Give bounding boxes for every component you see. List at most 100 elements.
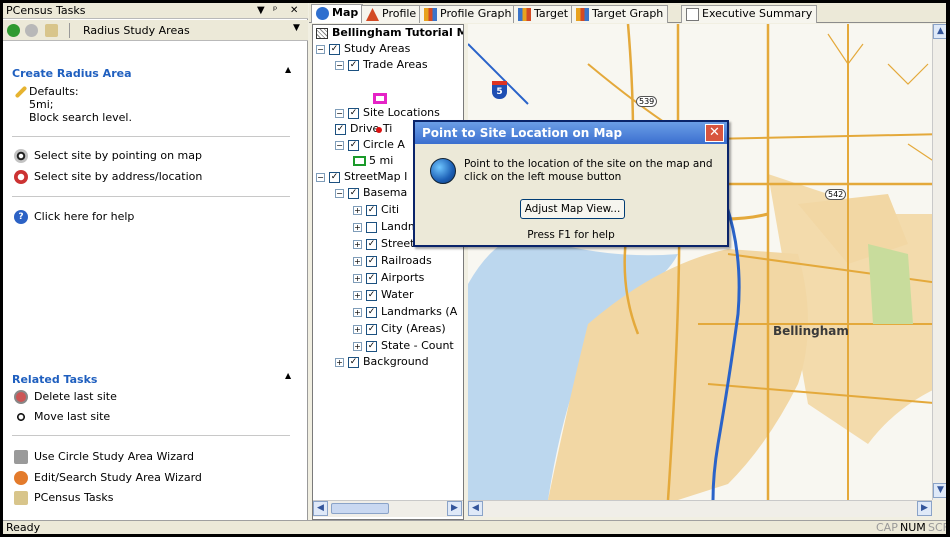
delete-last-site-link[interactable]: Delete last site — [34, 390, 117, 403]
layer-checkbox[interactable] — [366, 221, 377, 233]
map-horizontal-scrollbar[interactable]: ◀ ▶ — [468, 500, 932, 517]
layer-checkbox[interactable]: ✓ — [348, 107, 359, 119]
collapse-icon[interactable]: − — [335, 108, 344, 118]
collapse-icon[interactable]: − — [335, 60, 344, 70]
tree-row[interactable]: + ✓ Railroads — [353, 254, 432, 269]
layer-checkbox[interactable]: ✓ — [329, 171, 340, 183]
create-radius-heading: Create Radius Area — [12, 67, 132, 80]
expand-icon[interactable]: + — [353, 341, 362, 351]
scroll-thumb[interactable] — [331, 503, 389, 514]
map-canvas[interactable] — [468, 24, 946, 500]
status-bar: Ready CAP NUM SCF — [3, 520, 946, 534]
move-last-site-link[interactable]: Move last site — [34, 410, 110, 423]
collapse-icon[interactable]: ▲ — [285, 65, 291, 74]
tree-row[interactable]: − ✓ Site Locations — [335, 106, 440, 121]
home-icon[interactable] — [45, 24, 58, 37]
layer-checkbox[interactable]: ✓ — [366, 323, 377, 335]
layer-checkbox[interactable]: ✓ — [366, 272, 377, 284]
layer-checkbox[interactable]: ✓ — [366, 255, 377, 267]
scroll-right-icon[interactable]: ▶ — [447, 501, 462, 516]
tree-row[interactable]: ✓ Drive Ti — [335, 122, 392, 137]
tab-target-graph[interactable]: Target Graph — [571, 5, 669, 23]
trade-area-symbol — [373, 93, 387, 104]
defaults-search-level: Block search level. — [29, 111, 132, 124]
scroll-down-icon[interactable]: ▼ — [933, 483, 946, 498]
collapse-icon[interactable]: ▲ — [285, 371, 291, 380]
tree-row[interactable]: + ✓ Background — [335, 355, 429, 370]
scroll-right-icon[interactable]: ▶ — [917, 501, 932, 516]
expand-icon[interactable]: + — [335, 357, 344, 367]
edit-search-wizard-link[interactable]: Edit/Search Study Area Wizard — [34, 471, 202, 484]
tree-row[interactable]: + ✓ Landmarks (A — [353, 305, 457, 320]
tab-profile[interactable]: Profile — [361, 5, 422, 23]
tree-row[interactable]: + ✓ Water — [353, 288, 414, 303]
scroll-left-icon[interactable]: ◀ — [313, 501, 328, 516]
layer-checkbox[interactable]: ✓ — [366, 289, 377, 301]
expand-icon[interactable]: + — [353, 256, 362, 266]
help-link[interactable]: Click here for help — [34, 210, 134, 223]
map-vertical-scrollbar[interactable]: ▲ ▼ — [932, 24, 946, 500]
expand-icon[interactable]: + — [353, 205, 362, 215]
pane-menu-icon[interactable]: ▼ — [257, 3, 265, 19]
tree-row[interactable]: + ✓ City (Areas) — [353, 322, 446, 337]
tree-row[interactable]: + ✓ Citi — [353, 203, 399, 218]
expand-icon[interactable]: + — [353, 307, 362, 317]
expand-icon[interactable]: + — [353, 239, 362, 249]
tree-row[interactable]: + ✓ State - Count — [353, 339, 454, 354]
layer-checkbox[interactable]: ✓ — [366, 238, 377, 250]
task-pane-titlebar: PCensus Tasks ▼ ᵖ ✕ — [3, 3, 308, 19]
select-by-address-link[interactable]: Select site by address/location — [34, 170, 202, 183]
tree-row[interactable]: − ✓ Basema — [335, 186, 407, 201]
circle-wizard-link[interactable]: Use Circle Study Area Wizard — [34, 450, 194, 463]
document-icon — [686, 8, 699, 21]
city-label: Bellingham — [773, 324, 849, 338]
back-icon[interactable] — [7, 24, 20, 37]
layer-checkbox[interactable]: ✓ — [366, 204, 377, 216]
map-view[interactable]: 5 539 542 Bellingham — [468, 24, 946, 500]
collapse-icon[interactable]: − — [335, 140, 344, 150]
collapse-icon[interactable]: − — [316, 172, 325, 182]
tab-target[interactable]: Target — [513, 5, 574, 23]
expand-icon[interactable]: + — [353, 290, 362, 300]
adjust-map-view-button[interactable]: Adjust Map View... — [520, 199, 625, 219]
tree-row-label: 5 mi — [369, 154, 394, 167]
layer-checkbox[interactable]: ✓ — [348, 187, 359, 199]
scroll-left-icon[interactable]: ◀ — [468, 501, 483, 516]
tree-row[interactable]: − ✓ Study Areas — [316, 42, 410, 57]
tree-row-label: Airports — [381, 271, 425, 284]
layer-checkbox[interactable]: ✓ — [366, 340, 377, 352]
interstate-shield: 5 — [492, 81, 507, 99]
expand-icon[interactable]: + — [353, 222, 362, 232]
tree-row[interactable]: 5 mi — [353, 154, 393, 169]
task-dropdown-label[interactable]: Radius Study Areas — [83, 24, 190, 37]
expand-icon[interactable]: + — [353, 273, 362, 283]
collapse-icon[interactable]: − — [335, 188, 344, 198]
layer-checkbox[interactable]: ✓ — [329, 43, 340, 55]
close-icon[interactable]: ✕ — [705, 124, 724, 142]
tree-root[interactable]: Bellingham Tutorial M — [316, 26, 463, 41]
layer-checkbox[interactable]: ✓ — [348, 139, 359, 151]
layer-checkbox[interactable]: ✓ — [348, 59, 359, 71]
scroll-up-icon[interactable]: ▲ — [933, 24, 946, 39]
layer-checkbox[interactable]: ✓ — [335, 123, 346, 135]
close-pane-icon[interactable]: ✕ — [290, 3, 298, 19]
expand-icon[interactable]: + — [353, 324, 362, 334]
tree-row[interactable]: − ✓ StreetMap I — [316, 170, 407, 185]
dialog-title: Point to Site Location on Map — [415, 122, 727, 144]
select-by-pointing-link[interactable]: Select site by pointing on map — [34, 149, 202, 162]
layer-checkbox[interactable]: ✓ — [348, 356, 359, 368]
tab-profile-graph[interactable]: Profile Graph — [419, 5, 517, 23]
tab-executive-summary[interactable]: Executive Summary — [681, 5, 818, 23]
pin-icon[interactable]: ᵖ — [273, 3, 277, 19]
tree-row[interactable]: + ✓ Airports — [353, 271, 424, 286]
tree-row[interactable]: − ✓ Circle A — [335, 138, 405, 153]
pcensus-tasks-link[interactable]: PCensus Tasks — [34, 491, 113, 504]
collapse-icon[interactable]: − — [316, 44, 325, 54]
tree-row[interactable]: − ✓ Trade Areas — [335, 58, 428, 73]
tree-horizontal-scrollbar[interactable]: ◀ ▶ — [313, 500, 463, 517]
status-text: Ready — [6, 521, 41, 534]
forward-icon[interactable] — [25, 24, 38, 37]
tab-map[interactable]: Map — [311, 4, 364, 23]
chevron-down-icon[interactable]: ▼ — [293, 23, 300, 33]
layer-checkbox[interactable]: ✓ — [366, 306, 377, 318]
